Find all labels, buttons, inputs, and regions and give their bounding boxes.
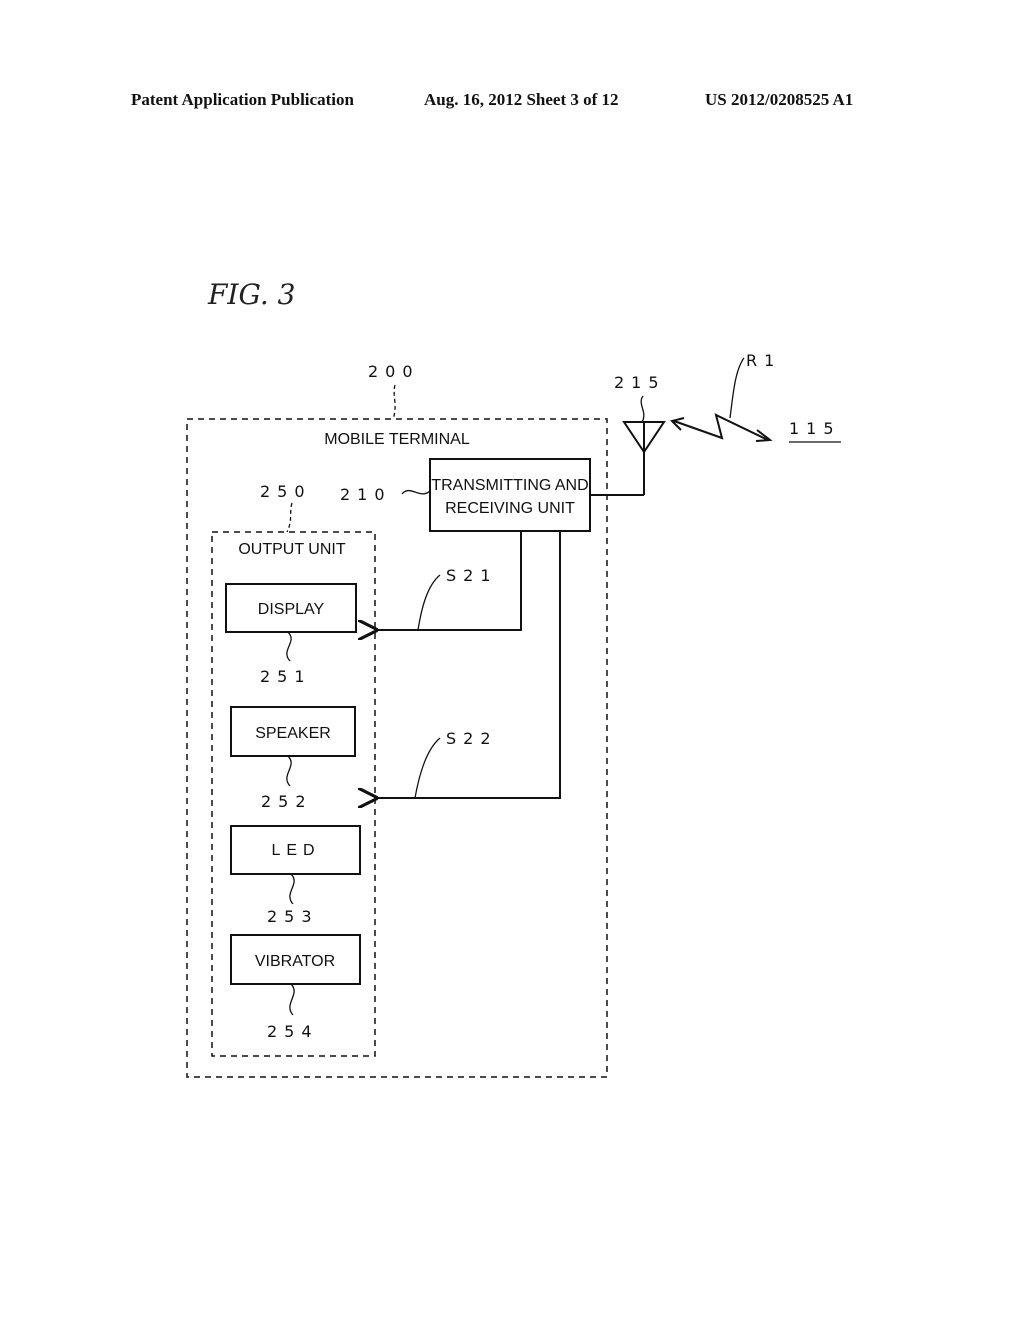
display-ref: 251	[260, 667, 312, 686]
leader-s22	[414, 737, 441, 799]
transceiver-label-line2: RECEIVING UNIT	[445, 500, 575, 517]
leader-215	[640, 395, 645, 423]
figure-title: FIG. 3	[207, 278, 295, 311]
display-label: DISPLAY	[258, 601, 325, 618]
remote-ref: 115	[789, 419, 841, 438]
led-ref: 253	[267, 907, 319, 926]
mobile-terminal-ref: 200	[368, 362, 420, 381]
antenna-ref: 215	[614, 373, 666, 392]
vibrator-label: VIBRATOR	[255, 953, 335, 970]
mobile-terminal-label: MOBILE TERMINAL	[324, 431, 470, 448]
signal-s21-label: S21	[446, 566, 498, 585]
transceiver-ref: 210	[340, 485, 392, 504]
leader-200	[392, 384, 396, 420]
leader-252	[286, 755, 292, 787]
leader-251	[286, 631, 292, 662]
leader-r1	[729, 357, 745, 419]
output-unit-label: OUTPUT UNIT	[238, 541, 345, 558]
antenna-icon	[622, 421, 666, 454]
leader-250	[286, 502, 293, 533]
led-label: LED	[271, 842, 320, 859]
leader-254	[289, 983, 295, 1016]
vibrator-ref: 254	[267, 1022, 319, 1041]
leader-s21	[417, 574, 441, 631]
transceiver-label-line1: TRANSMITTING AND	[431, 477, 588, 494]
speaker-label: SPEAKER	[255, 725, 331, 742]
leader-253	[289, 873, 295, 905]
radio-link-ref: R1	[746, 351, 781, 370]
transceiver-block	[429, 458, 591, 532]
signal-s22-label: S22	[446, 729, 498, 748]
block-diagram: FIG. 3 200 MOBILE TERMINAL TRANSMITTING …	[186, 278, 841, 1078]
leader-210	[401, 489, 431, 495]
output-unit-ref: 250	[260, 482, 312, 501]
speaker-ref: 252	[261, 792, 313, 811]
radio-link-bolt	[673, 413, 769, 441]
